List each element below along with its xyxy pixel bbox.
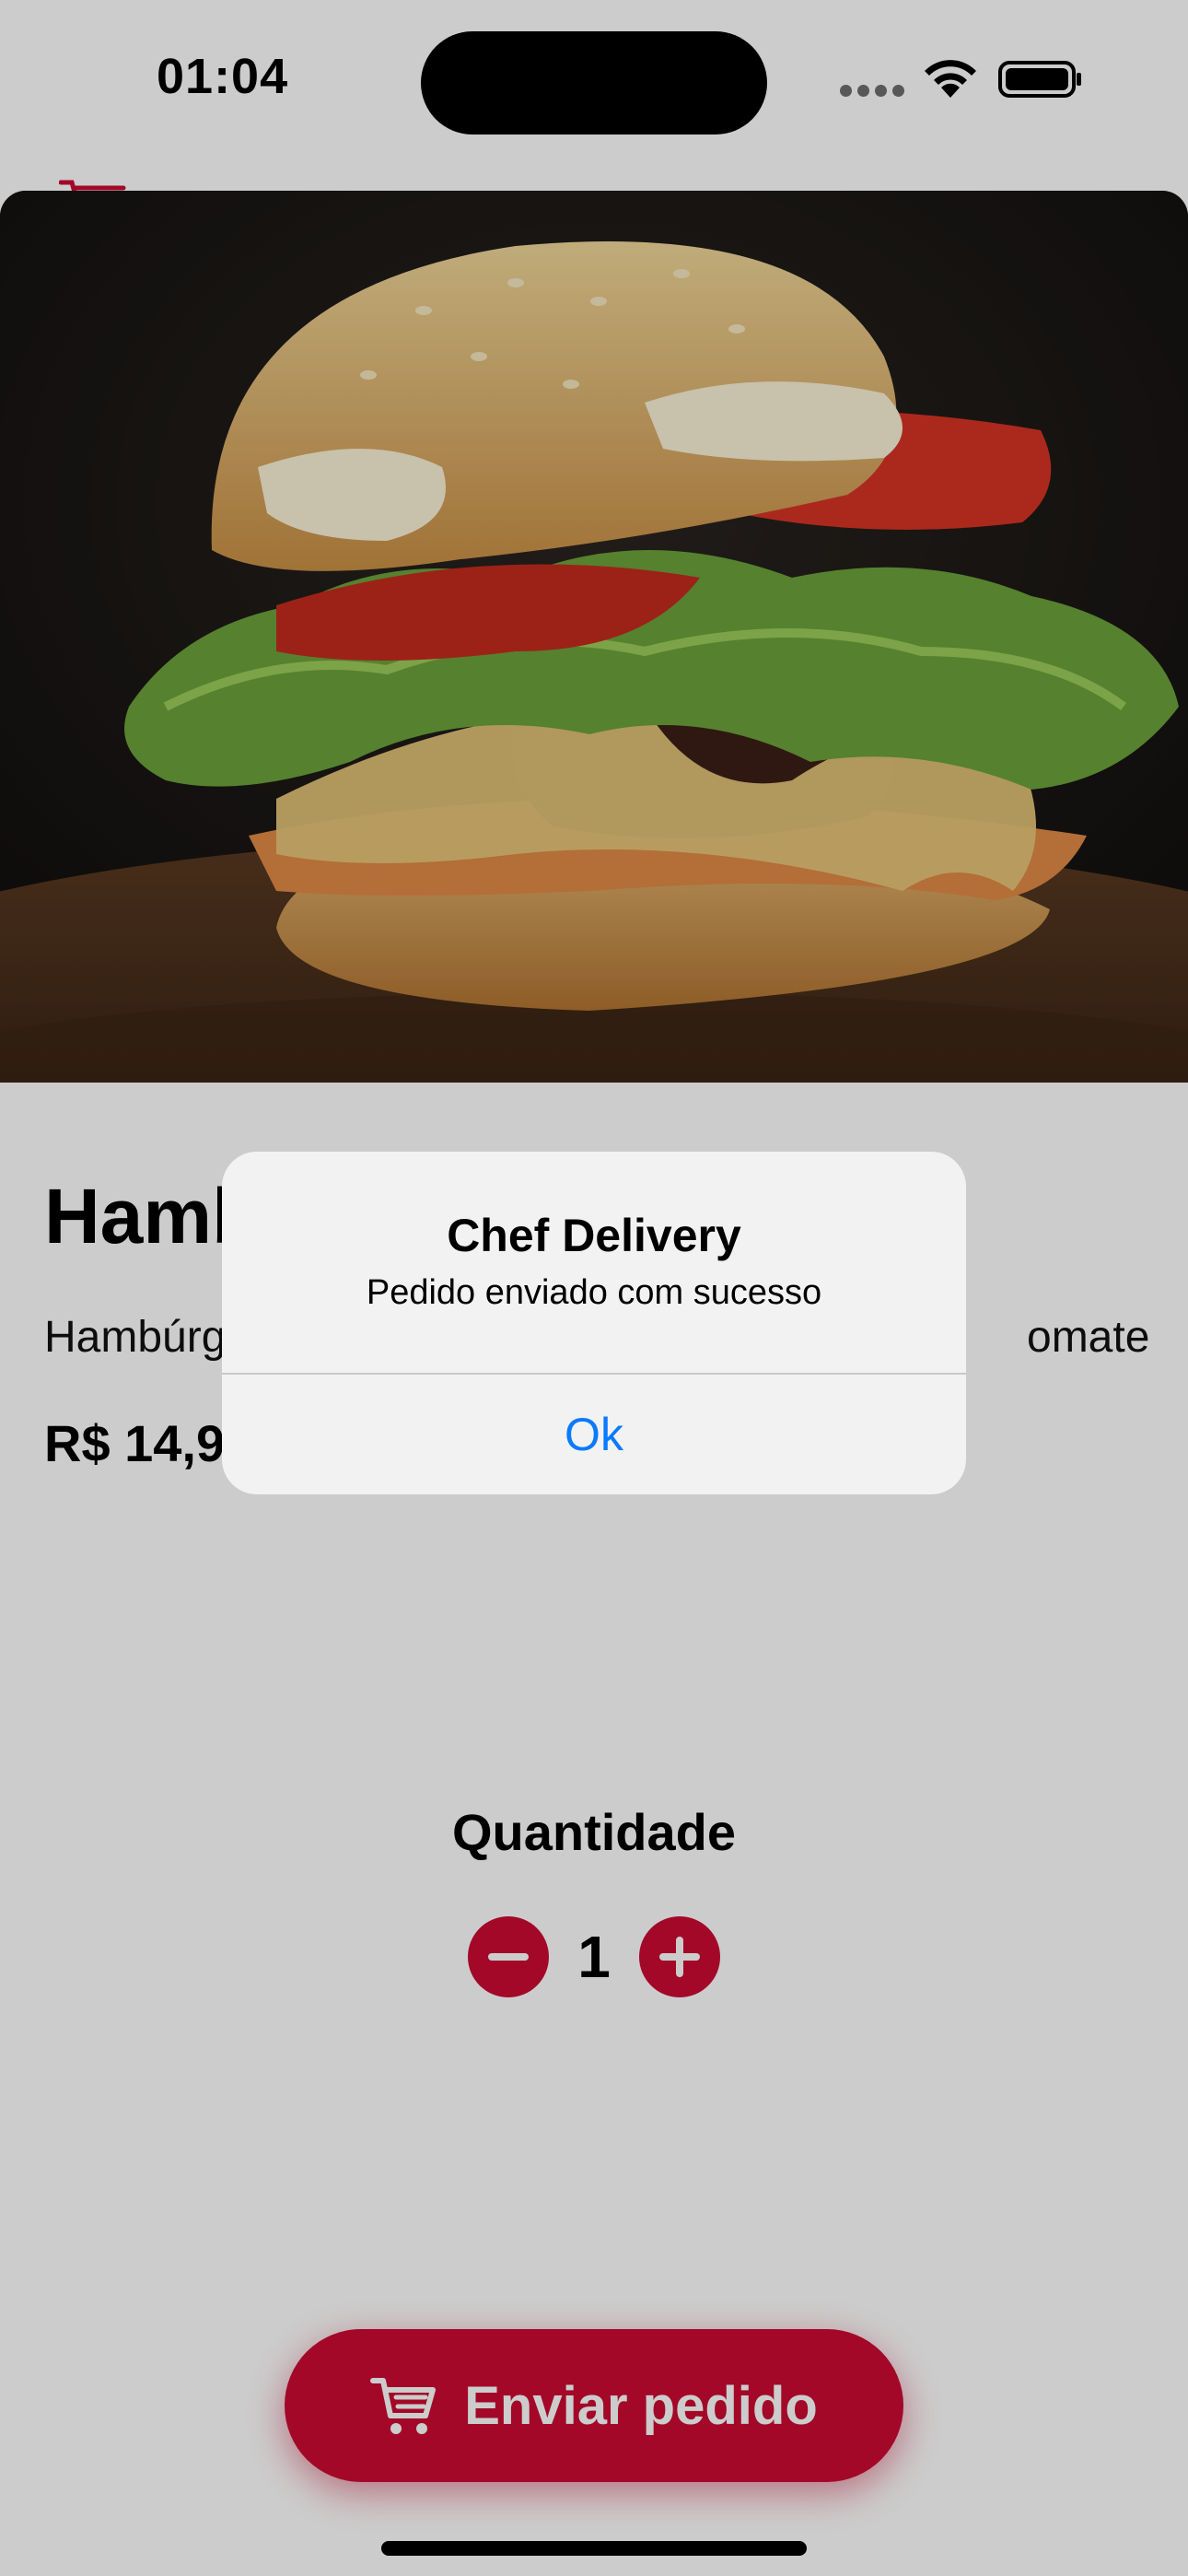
- alert-title: Chef Delivery: [447, 1210, 741, 1261]
- alert-ok-button[interactable]: Ok: [222, 1375, 966, 1494]
- alert-dialog: Chef Delivery Pedido enviado com sucesso…: [222, 1152, 966, 1494]
- alert-message: Pedido enviado com sucesso: [366, 1273, 822, 1312]
